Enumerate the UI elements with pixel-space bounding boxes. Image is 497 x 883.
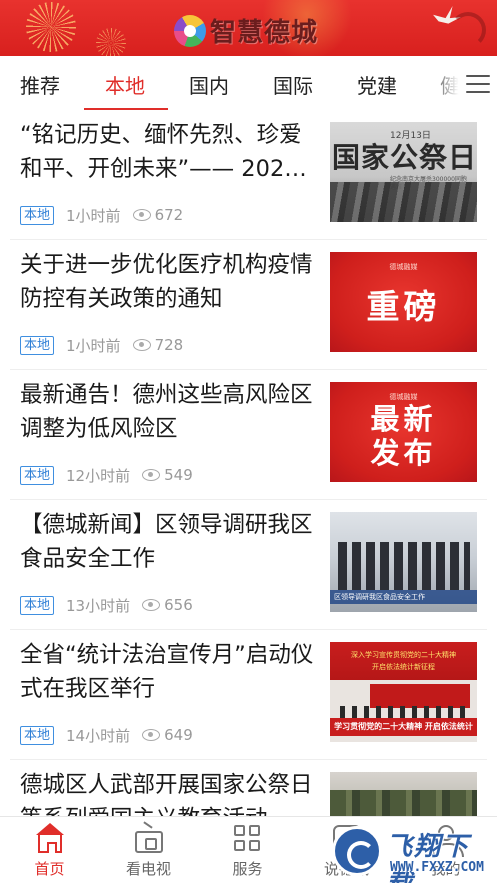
app-logo: 智慧德城 bbox=[174, 12, 318, 49]
eye-icon bbox=[142, 599, 161, 611]
news-meta: 本地 1小时前 728 bbox=[20, 334, 183, 356]
category-tag: 本地 bbox=[20, 205, 55, 225]
news-item[interactable]: 关于进一步优化医疗机构疫情防控有关政策的通知 本地 1小时前 728 德城融媒 … bbox=[0, 240, 497, 370]
tv-icon bbox=[135, 831, 163, 853]
eye-icon bbox=[132, 209, 151, 221]
grid-icon bbox=[234, 825, 262, 853]
tab-local[interactable]: 本地 bbox=[105, 70, 145, 99]
eye-icon bbox=[132, 339, 151, 351]
firework-decoration bbox=[96, 28, 126, 56]
nav-services[interactable]: 服务 bbox=[198, 817, 297, 883]
tab-recommend[interactable]: 推荐 bbox=[20, 70, 60, 99]
news-item[interactable]: 最新通告！德州这些高风险区调整为低风险区 本地 12小时前 549 德城融媒 最… bbox=[0, 370, 497, 500]
category-tag: 本地 bbox=[20, 335, 55, 355]
nav-watch-tv[interactable]: 看电视 bbox=[99, 817, 198, 883]
category-tag: 本地 bbox=[20, 465, 55, 485]
news-meta: 本地 12小时前 549 bbox=[20, 464, 193, 486]
site-watermark: 飞翔下载 WWW.FXXZ.COM bbox=[332, 822, 494, 883]
news-meta: 本地 14小时前 649 bbox=[20, 724, 193, 746]
news-item[interactable]: 全省“统计法治宣传月”启动仪式在我区举行 本地 14小时前 649 深入学习宣传… bbox=[0, 630, 497, 760]
publish-time: 12小时前 bbox=[66, 466, 131, 485]
app-title: 智慧德城 bbox=[210, 18, 319, 48]
news-thumbnail[interactable]: 德城融媒 最新 发布 bbox=[330, 382, 477, 482]
colorful-ring-logo-icon bbox=[174, 14, 206, 47]
view-count: 549 bbox=[164, 466, 193, 484]
ring-decoration bbox=[450, 12, 486, 48]
nav-home[interactable]: 首页 bbox=[0, 817, 99, 883]
thumb-headline: 国家公祭日 bbox=[332, 141, 477, 174]
nav-label: 首页 bbox=[34, 860, 65, 878]
category-tag: 本地 bbox=[20, 595, 55, 615]
publish-time: 1小时前 bbox=[66, 206, 121, 225]
category-tag: 本地 bbox=[20, 725, 55, 745]
publish-time: 13小时前 bbox=[66, 596, 131, 615]
tab-domestic[interactable]: 国内 bbox=[189, 70, 229, 99]
publish-time: 14小时前 bbox=[66, 726, 131, 745]
view-count: 672 bbox=[154, 206, 184, 224]
view-count: 649 bbox=[164, 726, 193, 744]
tab-party-building[interactable]: 党建 bbox=[357, 70, 397, 99]
tab-international[interactable]: 国际 bbox=[273, 70, 313, 99]
news-thumbnail[interactable]: 12月13日 国家公祭日 纪念南京大屠杀300000同胞遇难 bbox=[330, 122, 477, 222]
thumb-headline: 重磅 bbox=[366, 287, 441, 326]
stage-panel-decoration bbox=[370, 684, 470, 708]
watermark-logo-icon bbox=[332, 826, 382, 876]
view-count: 656 bbox=[164, 596, 193, 614]
home-icon bbox=[36, 823, 64, 853]
news-meta: 本地 13小时前 656 bbox=[20, 594, 193, 616]
ceremony-people-image bbox=[340, 706, 470, 718]
eye-icon bbox=[142, 729, 161, 741]
news-title[interactable]: 关于进一步优化医疗机构疫情防控有关政策的通知 bbox=[20, 248, 316, 316]
nav-label: 服务 bbox=[232, 860, 263, 878]
thumb-brand: 德城融媒 bbox=[389, 263, 418, 271]
thumb-banner: 学习贯彻党的二十大精神 开启依法统计 bbox=[330, 718, 477, 736]
news-meta: 本地 1小时前 672 bbox=[20, 204, 183, 226]
news-thumbnail[interactable]: 深入学习宣传贯彻党的二十大精神 开启依法统计新征程 学习贯彻党的二十大精神 开启… bbox=[330, 642, 477, 742]
news-thumbnail[interactable]: 区领导调研我区食品安全工作 bbox=[330, 512, 477, 612]
news-title[interactable]: 【德城新闻】区领导调研我区食品安全工作 bbox=[20, 508, 316, 576]
hamburger-menu-icon[interactable] bbox=[466, 74, 490, 94]
channel-tabs: 推荐 本地 国内 国际 党建 健 bbox=[0, 56, 497, 112]
news-item[interactable]: “铭记历史、缅怀先烈、珍爱和平、开创未来”—— 2022… 本地 1小时前 67… bbox=[0, 110, 497, 240]
memorial-statue-image bbox=[330, 182, 477, 222]
thumb-headline: 最新 发布 bbox=[330, 402, 477, 470]
app-header: 智慧德城 bbox=[0, 0, 497, 56]
publish-time: 1小时前 bbox=[66, 336, 121, 355]
thumb-headline-line: 最新 bbox=[370, 402, 437, 436]
thumb-brand: 德城融媒 bbox=[389, 393, 418, 401]
thumb-line: 深入学习宣传贯彻党的二十大精神 bbox=[351, 651, 456, 659]
nav-label: 看电视 bbox=[125, 860, 171, 878]
view-count: 728 bbox=[154, 336, 184, 354]
news-thumbnail[interactable]: 德城融媒 重磅 bbox=[330, 252, 477, 352]
eye-icon bbox=[142, 469, 161, 481]
news-title[interactable]: 全省“统计法治宣传月”启动仪式在我区举行 bbox=[20, 638, 316, 706]
watermark-url: WWW.FXXZ.COM bbox=[390, 860, 484, 875]
thumb-headline-line: 发布 bbox=[370, 436, 437, 470]
news-title[interactable]: “铭记历史、缅怀先烈、珍爱和平、开创未来”—— 2022… bbox=[20, 118, 316, 186]
news-item[interactable]: 【德城新闻】区领导调研我区食品安全工作 本地 13小时前 656 区领导调研我区… bbox=[0, 500, 497, 630]
thumb-line: 开启依法统计新征程 bbox=[372, 663, 435, 671]
news-title[interactable]: 最新通告！德州这些高风险区调整为低风险区 bbox=[20, 378, 316, 446]
officials-group-image bbox=[338, 542, 470, 590]
thumb-caption: 区领导调研我区食品安全工作 bbox=[330, 590, 477, 604]
firework-decoration bbox=[26, 2, 76, 52]
